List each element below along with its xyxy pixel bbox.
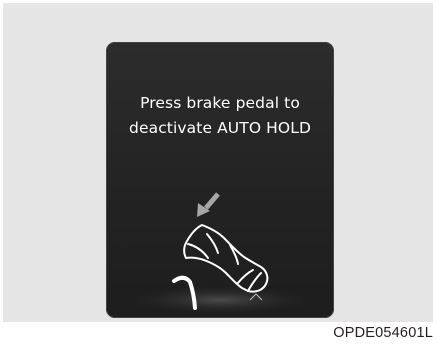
figure-frame: Press brake pedal to deactivate AUTO HOL… (3, 3, 433, 322)
message-line-2: deactivate AUTO HOLD (129, 119, 311, 137)
shoe-icon (183, 224, 269, 293)
figure-code: OPDE054601L (333, 325, 433, 341)
cluster-display-screen: Press brake pedal to deactivate AUTO HOL… (106, 42, 334, 318)
auto-hold-message: Press brake pedal to deactivate AUTO HOL… (106, 91, 334, 141)
brake-pedal-foot-press-icon (128, 192, 312, 314)
press-arrow-icon (197, 192, 220, 217)
message-line-1: Press brake pedal to (140, 94, 300, 112)
